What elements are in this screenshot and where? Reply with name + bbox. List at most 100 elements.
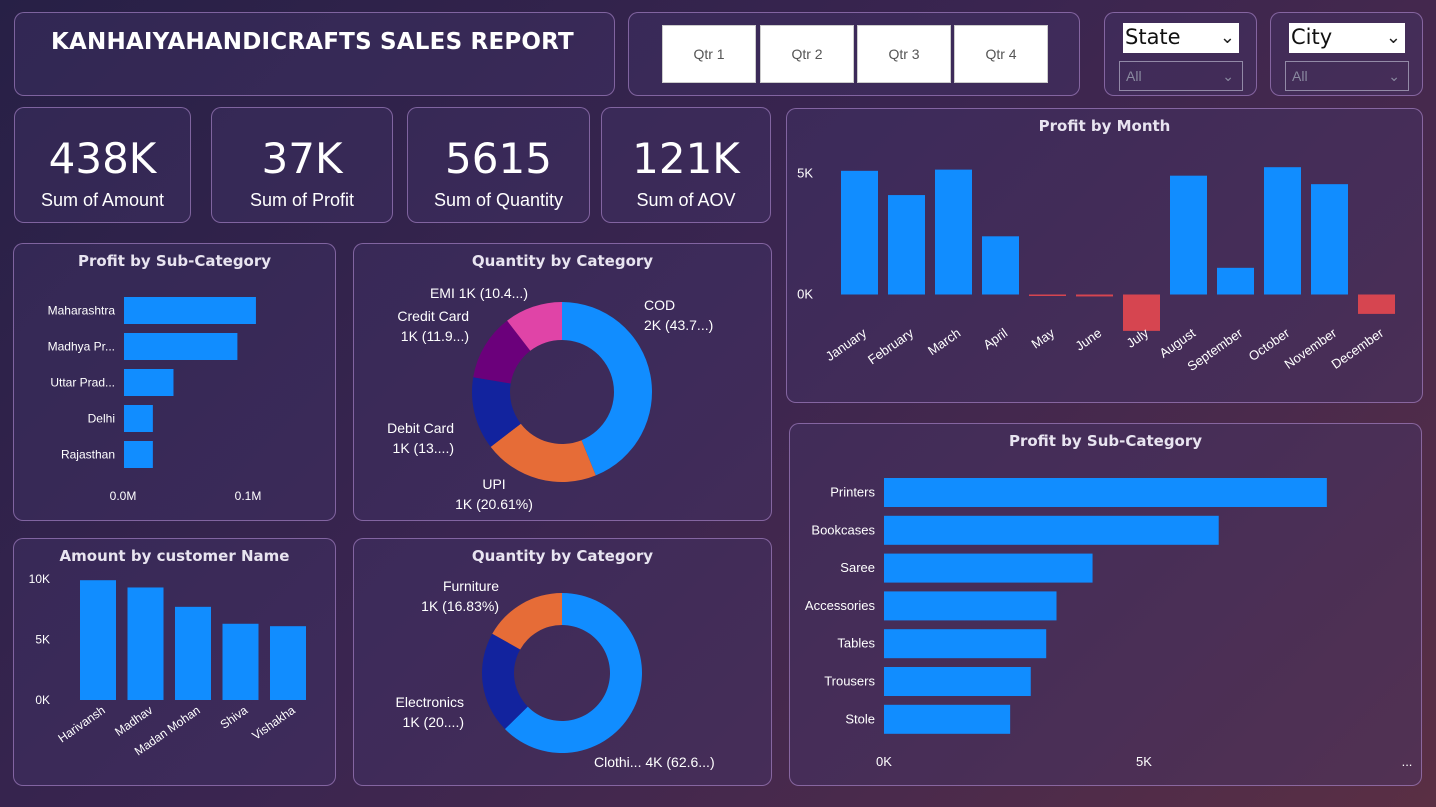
category-label: Shiva <box>218 703 251 732</box>
slice-value: 1K (11.9...) <box>401 328 469 344</box>
y-tick-label: 0K <box>797 287 813 302</box>
chart-canvas: Clothi... 4K (62.6...) Electronics 1K (20.… <box>396 578 715 770</box>
category-label: Bookcases <box>811 522 875 537</box>
category-label: Printers <box>830 485 875 500</box>
profit-by-state-chart: Profit by Sub-Category Maharashtra Madhya… <box>13 243 336 521</box>
category-label: March <box>925 325 963 358</box>
slice-label: Credit Card <box>397 308 469 324</box>
state-slicer: State ⌄ All ⌄ <box>1104 12 1257 96</box>
slice-value: 1K (20.61%) <box>455 496 533 512</box>
y-tick-label: 0K <box>35 693 50 707</box>
category-label: April <box>980 325 1010 352</box>
amount-by-customer-chart: Amount by customer Name 0K 5K 10K Harivansh… <box>13 538 336 786</box>
qtr-1-button[interactable]: Qtr 1 <box>662 25 756 83</box>
bar <box>935 169 972 295</box>
slice-label: Clothi... 4K (62.6...) <box>594 754 715 770</box>
slice-label: UPI <box>482 476 505 492</box>
category-label: Delhi <box>88 412 115 426</box>
bar <box>884 591 1057 621</box>
chart-canvas: 0K5K10KHarivansh MadhavMadan Mohan Shiva Vi… <box>29 572 306 758</box>
bar <box>888 195 925 295</box>
bar <box>884 515 1219 545</box>
chart-canvas: Printers Bookcases Saree Accessories Tables T… <box>805 478 1413 769</box>
x-tick-label: 0K <box>876 754 892 769</box>
chevron-down-icon: ⌄ <box>1222 68 1234 84</box>
qtr-3-button[interactable]: Qtr 3 <box>857 25 951 83</box>
category-label: Maharashtra <box>48 304 116 318</box>
city-slicer-label: City <box>1291 25 1333 49</box>
state-slicer-header[interactable]: State ⌄ <box>1123 23 1239 53</box>
category-label: Harivansh <box>55 703 107 745</box>
bar <box>982 236 1019 295</box>
category-label: Madhav <box>112 703 155 739</box>
category-label: June <box>1073 325 1105 353</box>
bar <box>884 629 1047 659</box>
kpi-value: 121K <box>632 134 740 183</box>
category-label: Vishakha <box>249 703 298 743</box>
quantity-by-category-chart: Quantity by Category Clothi... 4K (62.6.… <box>353 538 772 786</box>
chart-canvas: 0K5KJanuaryFebruary March April May June July… <box>797 165 1395 374</box>
bar <box>124 297 256 324</box>
bar <box>175 606 211 700</box>
bar <box>884 667 1031 696</box>
bar <box>1170 175 1207 295</box>
bar <box>884 478 1327 507</box>
bar <box>1311 184 1348 295</box>
x-tick-label: 0.0M <box>110 489 137 503</box>
kpi-value: 37K <box>261 134 343 183</box>
slice-value: 1K (13....) <box>393 440 454 456</box>
state-dropdown-value: All <box>1126 68 1142 84</box>
category-label: Saree <box>840 560 875 575</box>
category-label: Rajasthan <box>61 448 115 462</box>
qtr-2-button[interactable]: Qtr 2 <box>760 25 854 83</box>
category-label: Stole <box>845 711 875 726</box>
city-dropdown[interactable]: All ⌄ <box>1285 61 1409 91</box>
qtr-4-button[interactable]: Qtr 4 <box>954 25 1048 83</box>
bar <box>127 587 164 700</box>
slice-value: 1K (16.83%) <box>421 598 499 614</box>
bar <box>1217 267 1254 295</box>
chevron-down-icon: ⌄ <box>1388 68 1400 84</box>
category-label: Uttar Prad... <box>50 376 115 390</box>
bar <box>884 704 1011 734</box>
kpi-label: Sum of Quantity <box>433 190 564 210</box>
title-card: KANHAIYAHANDICRAFTS SALES REPORT <box>14 12 615 96</box>
bar <box>1358 294 1395 314</box>
category-label: Accessories <box>805 598 876 613</box>
kpi-label: Sum of Profit <box>249 190 355 210</box>
slice-value: 1K (20....) <box>403 714 464 730</box>
bar <box>124 333 238 360</box>
slice-label: Electronics <box>396 694 464 710</box>
slice-label: COD <box>644 297 675 313</box>
bar <box>1076 294 1113 297</box>
kpi-card-profit: 37K Sum of Profit <box>211 107 393 223</box>
category-label: Trousers <box>824 674 875 689</box>
slice-value: 2K (43.7...) <box>644 317 713 333</box>
category-label: May <box>1028 325 1057 352</box>
slice-label: Debit Card <box>387 420 454 436</box>
bar <box>124 441 153 468</box>
kpi-value: 438K <box>48 134 157 183</box>
bar <box>124 369 174 396</box>
slice-label: EMI 1K (10.4...) <box>430 285 528 301</box>
quarter-slicer: Qtr 1 Qtr 2 Qtr 3 Qtr 4 <box>628 12 1080 96</box>
city-dropdown-value: All <box>1292 68 1308 84</box>
chart-canvas: Maharashtra Madhya Pr... Uttar Prad... Delh… <box>48 297 261 503</box>
chevron-down-icon: ⌄ <box>1219 27 1235 48</box>
kpi-card-quantity: 5615 Sum of Quantity <box>407 107 590 223</box>
y-tick-label: 10K <box>29 572 50 586</box>
bar <box>80 580 116 700</box>
profit-by-month-chart: Profit by Month 0K 5K January February March… <box>786 108 1423 403</box>
state-dropdown[interactable]: All ⌄ <box>1119 61 1243 91</box>
bar <box>124 405 153 432</box>
state-slicer-label: State <box>1125 25 1181 49</box>
kpi-label: Sum of AOV <box>636 190 736 210</box>
city-slicer: City ⌄ All ⌄ <box>1270 12 1423 96</box>
category-label: Madhya Pr... <box>48 340 115 354</box>
kpi-card-amount: 438K Sum of Amount <box>14 107 191 223</box>
profit-by-subcategory-chart: Profit by Sub-Category Printers Bookcases… <box>789 423 1422 786</box>
x-tick-label: ... <box>1402 754 1413 769</box>
x-tick-label: 5K <box>1136 754 1152 769</box>
page-title: KANHAIYAHANDICRAFTS SALES REPORT <box>51 29 574 55</box>
city-slicer-header[interactable]: City ⌄ <box>1289 23 1405 53</box>
